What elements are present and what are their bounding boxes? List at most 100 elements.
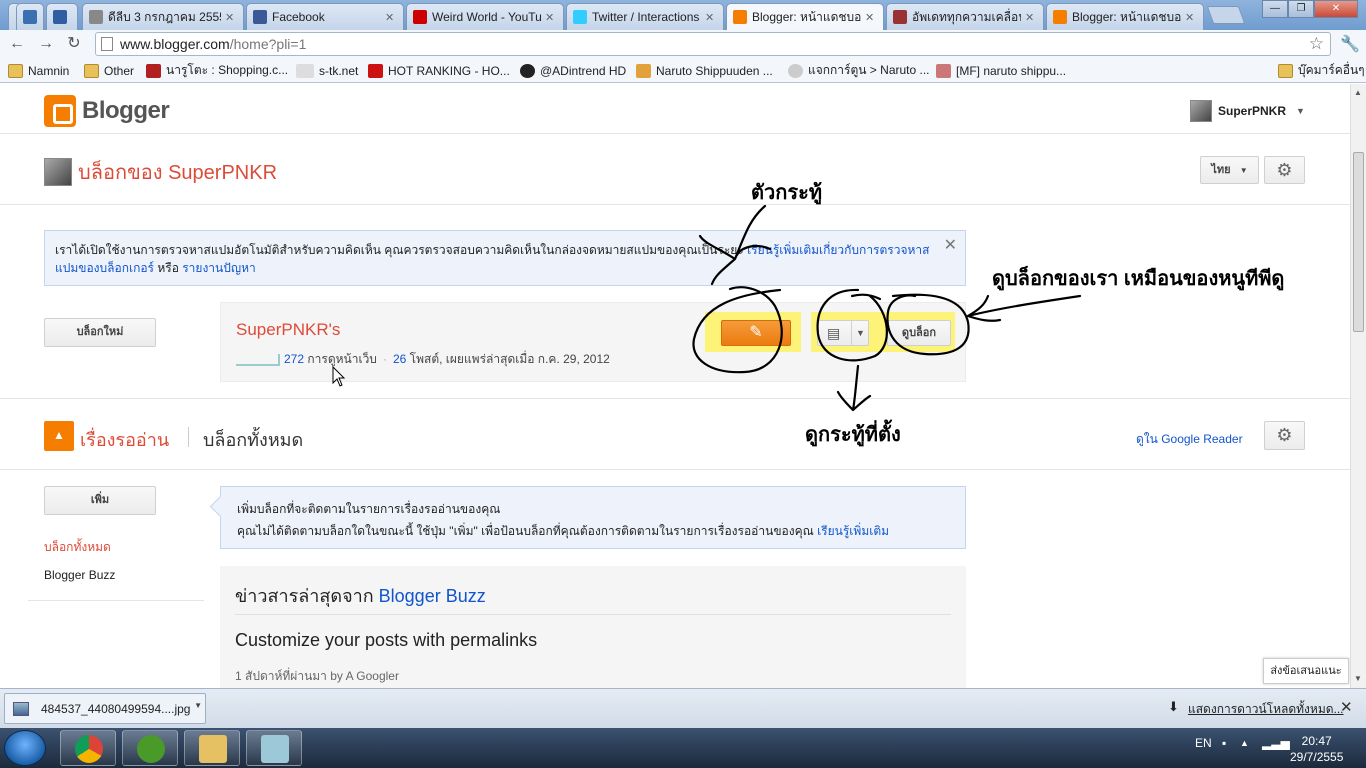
sidebar-item-blogger-buzz[interactable]: Blogger Buzz	[44, 568, 115, 582]
chevron-down-icon[interactable]: ▼	[851, 321, 869, 345]
send-feedback-button[interactable]: ส่งข้อเสนอแนะ	[1263, 658, 1349, 684]
buzz-heading-text: ข่าวสารล่าสุดจาก	[235, 586, 379, 606]
bookmark-star-icon[interactable]: ☆	[1309, 34, 1324, 54]
chevron-down-icon[interactable]: ▼	[194, 701, 202, 710]
avatar	[1190, 100, 1212, 122]
pageviews-count-link[interactable]: 272	[284, 352, 304, 366]
document-icon: ▤	[827, 325, 841, 341]
close-icon[interactable]: ✕	[944, 237, 957, 255]
forward-icon[interactable]: →	[36, 34, 56, 54]
google-reader-link[interactable]: ดูใน Google Reader	[1136, 430, 1243, 449]
browser-toolbar: ← → ↻ www.blogger.com/home?pli=1 ☆ 🔧	[0, 30, 1366, 58]
address-bar[interactable]: www.blogger.com/home?pli=1 ☆	[95, 32, 1331, 56]
new-post-button[interactable]: ✎	[721, 320, 791, 346]
scrollbar-thumb[interactable]	[1353, 152, 1364, 332]
scroll-down-icon[interactable]: ▼	[1354, 674, 1362, 683]
bookmark-item[interactable]: แจกการ์ตูน > Naruto ...	[788, 62, 930, 79]
taskbar-app[interactable]	[246, 730, 302, 766]
posts-list-button[interactable]: ▤ ▼	[817, 320, 869, 346]
tab-4[interactable]: Twitter / Interactions ✕	[566, 3, 724, 30]
tab-pinned-3[interactable]	[46, 3, 78, 30]
bookmark-item[interactable]: Naruto Shippuuden ...	[636, 62, 773, 79]
blogger-logo-text[interactable]: Blogger	[82, 97, 170, 125]
wrench-icon[interactable]: 🔧	[1340, 34, 1360, 54]
bookmark-item[interactable]: Namnin	[8, 62, 69, 79]
mouse-cursor-icon	[332, 366, 346, 387]
tab-6[interactable]: อัพเดททุกความเคลื่อนไ ✕	[886, 3, 1044, 30]
chevron-down-icon: ▼	[1296, 106, 1305, 116]
bookmark-item[interactable]: นารูโตะ : Shopping.c...	[146, 62, 288, 79]
download-item[interactable]: 484537_44080499594....jpg ▼	[4, 693, 206, 724]
gear-icon[interactable]: ⚙	[1264, 156, 1305, 184]
spam-notice: เราได้เปิดใช้งานการตรวจหาสแปมอัตโนมัติสำ…	[44, 230, 966, 286]
network-icon[interactable]: ▂▃▅	[1262, 736, 1290, 750]
flag-icon[interactable]: ▪	[1222, 736, 1226, 750]
taskbar-utorrent[interactable]	[122, 730, 178, 766]
scroll-up-icon[interactable]: ▲	[1354, 88, 1362, 97]
tab-1[interactable]: ดีลีบ 3 กรกฎาคม 2555 ✕	[82, 3, 244, 30]
bookmark-item[interactable]: Other	[84, 62, 134, 79]
bookmark-label: Namnin	[28, 63, 70, 78]
tab-2[interactable]: Facebook ✕	[246, 3, 404, 30]
view-blog-button[interactable]: ดูบล็อก	[887, 320, 951, 346]
taskbar-chrome[interactable]	[60, 730, 116, 766]
add-blog-button[interactable]: เพิ่ม	[44, 486, 156, 515]
report-problem-link[interactable]: รายงานปัญหา	[182, 261, 256, 275]
tab-favicon-icon	[413, 10, 427, 24]
bookmark-item[interactable]: s-tk.net	[296, 62, 358, 79]
buzz-post-title[interactable]: Customize your posts with permalinks	[235, 630, 537, 651]
tab-label: ดีลีบ 3 กรกฎาคม 2555	[108, 9, 221, 24]
language-indicator[interactable]: EN	[1195, 736, 1212, 750]
pinned-favicon-icon	[23, 10, 37, 24]
taskbar-explorer[interactable]	[184, 730, 240, 766]
language-select[interactable]: ไทย ▼	[1200, 156, 1259, 184]
blogger-buzz-link[interactable]: Blogger Buzz	[379, 586, 486, 606]
sidebar-item-all-blogs[interactable]: บล็อกทั้งหมด	[44, 538, 111, 557]
tab-close-icon[interactable]: ✕	[225, 11, 237, 24]
bookmark-label: [MF] naruto shippu...	[956, 63, 1067, 78]
tab-close-icon[interactable]: ✕	[1185, 11, 1197, 24]
back-icon[interactable]: ←	[7, 34, 27, 54]
minimize-button[interactable]: —	[1262, 0, 1288, 18]
tab-7[interactable]: Blogger: หน้าแดชบอร์ด ✕	[1046, 3, 1204, 30]
show-all-downloads-link[interactable]: แสดงการดาวน์โหลดทั้งหมด...	[1188, 700, 1344, 719]
bookmark-item[interactable]: [MF] naruto shippu...	[936, 62, 1066, 79]
reload-icon[interactable]: ↻	[64, 34, 84, 54]
tab-5-active[interactable]: Blogger: หน้าแดชบอร์ด ✕	[726, 3, 884, 30]
learn-more-link[interactable]: เรียนรู้เพิ่มเติม	[817, 524, 889, 538]
tab-label: Blogger: หน้าแดชบอร์ด	[752, 9, 861, 24]
posts-count-link[interactable]: 26	[393, 352, 406, 366]
stats-separator: ·	[382, 352, 387, 366]
tab-close-icon[interactable]: ✕	[865, 11, 877, 24]
tab-pinned-2[interactable]	[16, 3, 44, 30]
bookmark-item[interactable]: HOT RANKING - HO...	[368, 62, 510, 79]
tab-close-icon[interactable]: ✕	[545, 11, 557, 24]
account-menu[interactable]: SuperPNKR ▼	[1190, 100, 1305, 122]
tab-close-icon[interactable]: ✕	[385, 11, 397, 24]
all-blogs-heading: บล็อกทั้งหมด	[203, 430, 304, 450]
system-clock[interactable]: 20:47 29/7/2555	[1290, 733, 1343, 765]
other-bookmarks[interactable]: บุ๊คมาร์คอื่นๆ	[1278, 62, 1365, 79]
blogger-logo-icon[interactable]	[44, 95, 76, 127]
maximize-button[interactable]: ❐	[1288, 0, 1314, 18]
gear-icon[interactable]: ⚙	[1264, 421, 1305, 450]
bookmark-item[interactable]: @ADintrend HD	[520, 62, 626, 79]
bookmark-label: Other	[104, 63, 135, 78]
new-blog-button[interactable]: บล็อกใหม่	[44, 318, 156, 347]
collapse-icon[interactable]: ▲	[44, 421, 74, 451]
tab-close-icon[interactable]: ✕	[1025, 11, 1037, 24]
tab-label: Weird World - YouTu	[432, 10, 541, 24]
folder-icon	[84, 63, 99, 78]
info-body: คุณไม่ได้ติดตามบล็อกใดในขณะนี้ ใช้ปุ่ม "…	[237, 520, 949, 542]
tab-favicon-icon	[733, 10, 747, 24]
tab-3[interactable]: Weird World - YouTu ✕	[406, 3, 564, 30]
close-window-button[interactable]: ✕	[1314, 0, 1358, 18]
tray-expand-icon[interactable]: ▲	[1240, 738, 1249, 748]
tab-close-icon[interactable]: ✕	[705, 11, 717, 24]
mf-icon	[936, 63, 951, 78]
new-tab-button[interactable]	[1206, 6, 1246, 24]
close-icon[interactable]: ✕	[1340, 698, 1353, 716]
blog-name-link[interactable]: SuperPNKR's	[236, 320, 340, 340]
start-button[interactable]	[4, 730, 46, 766]
page-scrollbar[interactable]: ▲ ▼	[1350, 84, 1366, 688]
